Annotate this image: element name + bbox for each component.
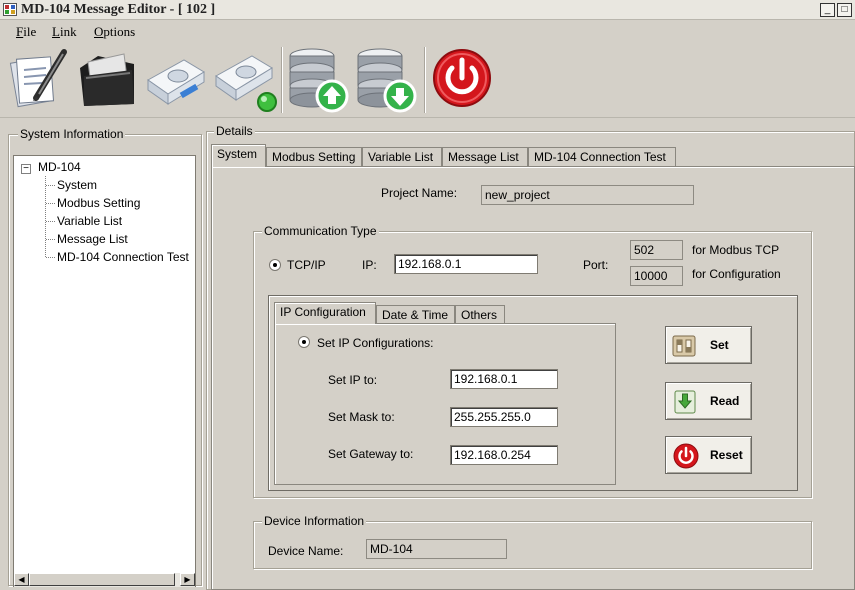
tcpip-label: TCP/IP bbox=[287, 258, 326, 272]
minimize-button[interactable]: _ bbox=[820, 3, 835, 17]
maximize-button[interactable]: □ bbox=[837, 3, 852, 17]
menu-file[interactable]: File bbox=[14, 23, 38, 41]
power-icon bbox=[673, 443, 699, 469]
system-information-title: System Information bbox=[18, 127, 126, 141]
toolbar bbox=[0, 42, 855, 118]
tree-item-variable-list[interactable]: Variable List bbox=[57, 214, 122, 228]
window-title: MD-104 Message Editor - [ 102 ] bbox=[21, 2, 216, 17]
project-name-label: Project Name: bbox=[381, 186, 458, 200]
reset-button[interactable]: Reset bbox=[665, 436, 752, 474]
switch-icon bbox=[672, 335, 696, 357]
ip-input[interactable]: 192.168.0.1 bbox=[394, 254, 538, 274]
set-gateway-input[interactable]: 192.168.0.254 bbox=[450, 445, 558, 465]
power-exit-icon[interactable] bbox=[430, 46, 496, 114]
system-tree: − MD-104 System Modbus Setting Variable … bbox=[13, 155, 196, 587]
tab-ip-configuration[interactable]: IP Configuration bbox=[274, 302, 376, 324]
disconnected-device-icon[interactable] bbox=[142, 46, 208, 114]
tree-line bbox=[46, 203, 55, 204]
toolbar-separator bbox=[281, 47, 283, 113]
menu-options[interactable]: Options bbox=[92, 23, 137, 41]
tree-horizontal-scrollbar[interactable]: ◀ ▶ bbox=[14, 573, 195, 587]
app-icon bbox=[3, 3, 17, 16]
set-mask-input[interactable]: 255.255.255.0 bbox=[450, 407, 558, 427]
scroll-right-arrow-icon[interactable]: ▶ bbox=[180, 573, 195, 586]
toolbar-separator bbox=[424, 47, 426, 113]
tcpip-radio[interactable] bbox=[269, 259, 281, 271]
set-mask-label: Set Mask to: bbox=[328, 410, 395, 424]
modbus-port-note: for Modbus TCP bbox=[692, 243, 780, 257]
tree-item-message-list[interactable]: Message List bbox=[57, 232, 128, 246]
communication-type-title: Communication Type bbox=[262, 224, 379, 238]
tab-message-list[interactable]: Message List bbox=[442, 147, 528, 167]
menu-bar: File Link Options bbox=[0, 21, 855, 42]
config-port-field[interactable]: 10000 bbox=[630, 266, 683, 286]
device-name-field[interactable]: MD-104 bbox=[366, 539, 507, 559]
tree-line bbox=[46, 221, 55, 222]
ip-label: IP: bbox=[362, 258, 377, 272]
tree-line bbox=[46, 257, 55, 258]
read-button-label: Read bbox=[710, 394, 740, 408]
tree-line bbox=[45, 176, 46, 257]
tree-line bbox=[46, 185, 55, 186]
connected-device-icon[interactable] bbox=[212, 46, 278, 114]
tree-expander[interactable]: − bbox=[21, 164, 31, 174]
title-bar: MD-104 Message Editor - [ 102 ] _ □ bbox=[0, 0, 855, 20]
reset-button-label: Reset bbox=[710, 448, 743, 462]
port-label: Port: bbox=[583, 258, 609, 272]
tree-item-modbus-setting[interactable]: Modbus Setting bbox=[57, 196, 140, 210]
project-name-field[interactable]: new_project bbox=[481, 185, 694, 205]
set-ip-label: Set IP to: bbox=[328, 373, 378, 387]
set-gateway-label: Set Gateway to: bbox=[328, 447, 414, 461]
menu-link[interactable]: Link bbox=[50, 23, 79, 41]
upload-database-icon[interactable] bbox=[286, 46, 352, 114]
tree-root-md104[interactable]: MD-104 bbox=[38, 160, 81, 174]
download-arrow-icon bbox=[674, 390, 696, 414]
tab-variable-list[interactable]: Variable List bbox=[362, 147, 442, 167]
download-database-icon[interactable] bbox=[354, 46, 420, 114]
set-ip-input[interactable]: 192.168.0.1 bbox=[450, 369, 558, 389]
scroll-thumb[interactable] bbox=[29, 573, 175, 586]
tree-item-system[interactable]: System bbox=[57, 178, 97, 192]
tab-others[interactable]: Others bbox=[455, 305, 505, 325]
scroll-left-arrow-icon[interactable]: ◀ bbox=[14, 573, 29, 586]
set-ip-configurations-radio[interactable] bbox=[298, 336, 310, 348]
device-information-title: Device Information bbox=[262, 514, 367, 528]
config-port-note: for Configuration bbox=[692, 267, 781, 281]
tab-date-time[interactable]: Date & Time bbox=[376, 305, 455, 325]
read-button[interactable]: Read bbox=[665, 382, 752, 420]
set-button[interactable]: Set bbox=[665, 326, 752, 364]
tree-line bbox=[46, 239, 55, 240]
tab-system[interactable]: System bbox=[211, 144, 266, 167]
new-document-icon[interactable] bbox=[6, 46, 72, 114]
modbus-port-field[interactable]: 502 bbox=[630, 240, 683, 260]
details-title: Details bbox=[214, 124, 255, 138]
set-ip-configurations-label: Set IP Configurations: bbox=[317, 336, 434, 350]
tree-item-connection-test[interactable]: MD-104 Connection Test bbox=[57, 250, 189, 264]
tab-modbus-setting[interactable]: Modbus Setting bbox=[266, 147, 362, 167]
open-folder-icon[interactable] bbox=[74, 46, 140, 114]
tab-connection-test[interactable]: MD-104 Connection Test bbox=[528, 147, 676, 167]
set-button-label: Set bbox=[710, 338, 729, 352]
device-name-label: Device Name: bbox=[268, 544, 344, 558]
